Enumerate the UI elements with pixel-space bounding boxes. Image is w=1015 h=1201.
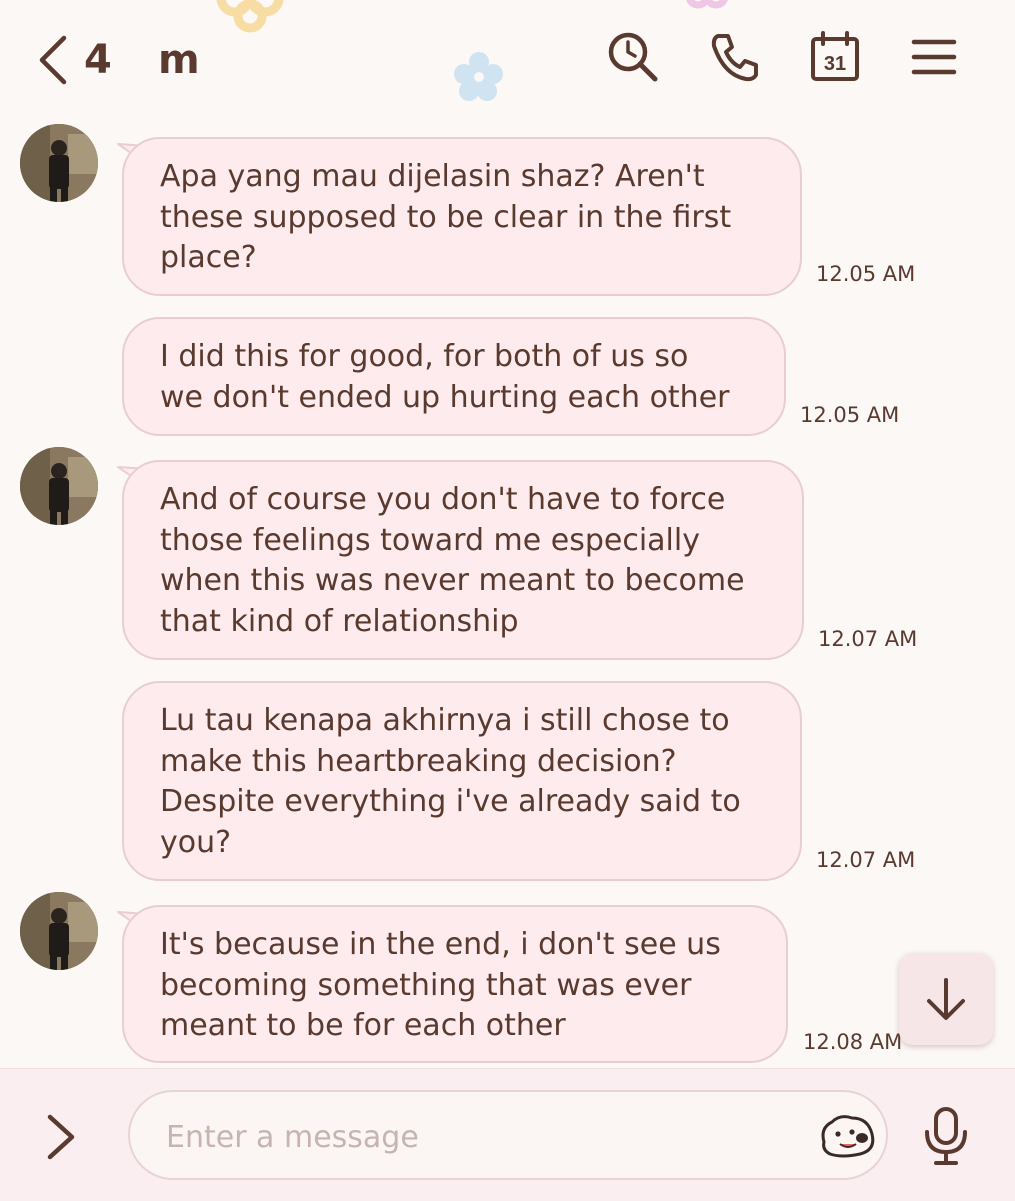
message-time: 12.05 AM xyxy=(800,403,900,427)
message-time: 12.07 AM xyxy=(818,627,918,651)
flower-decoration-icon xyxy=(454,52,503,101)
message-input[interactable] xyxy=(164,1114,788,1160)
phone-icon[interactable] xyxy=(708,30,762,84)
message-input-wrapper[interactable] xyxy=(128,1090,888,1180)
chat-title[interactable]: m xyxy=(158,34,200,86)
message-bubble[interactable]: And of course you don't have to force th… xyxy=(122,460,804,660)
arrow-down-icon xyxy=(927,978,965,1020)
menu-icon[interactable] xyxy=(908,30,962,84)
flower-decoration-icon xyxy=(686,0,728,9)
message-bubble[interactable]: I did this for good, for both of us so w… xyxy=(122,317,786,436)
scroll-to-bottom-button[interactable] xyxy=(899,953,993,1045)
search-icon[interactable] xyxy=(606,30,660,84)
avatar[interactable] xyxy=(20,892,98,970)
microphone-icon[interactable] xyxy=(922,1106,970,1166)
message-time: 12.08 AM xyxy=(803,1030,903,1054)
chat-header: 4 m 31 xyxy=(0,0,1015,112)
unread-count[interactable]: 4 xyxy=(84,34,112,86)
calendar-day: 31 xyxy=(824,53,846,75)
back-chevron-icon[interactable] xyxy=(34,34,74,86)
expand-chevron-icon[interactable] xyxy=(40,1113,84,1161)
message-bubble[interactable]: Apa yang mau dijelasin shaz? Aren't thes… xyxy=(122,137,802,296)
avatar[interactable] xyxy=(20,447,98,525)
message-bubble[interactable]: It's because in the end, i don't see us … xyxy=(122,905,788,1063)
calendar-icon[interactable]: 31 xyxy=(808,30,862,84)
avatar[interactable] xyxy=(20,124,98,202)
flower-decoration-icon xyxy=(216,0,284,33)
message-bubble[interactable]: Lu tau kenapa akhirnya i still chose to … xyxy=(122,681,802,881)
message-time: 12.07 AM xyxy=(816,848,916,872)
sticker-icon[interactable] xyxy=(818,1112,876,1158)
message-time: 12.05 AM xyxy=(816,262,916,286)
